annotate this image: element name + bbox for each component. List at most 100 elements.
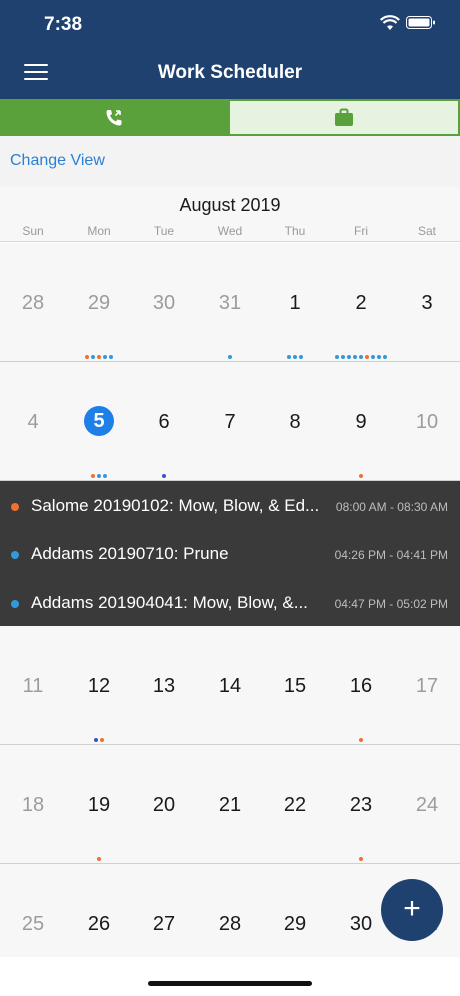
calendar-day[interactable]: 2 xyxy=(328,243,394,362)
calendar-day[interactable]: 19 xyxy=(66,745,132,864)
event-indicator-dot xyxy=(359,474,363,478)
event-indicator-dot xyxy=(100,738,104,742)
event-title: Salome 20190102: Mow, Blow, & Ed... xyxy=(31,496,320,515)
event-indicator-dot xyxy=(347,355,351,359)
calendar-day[interactable]: 14 xyxy=(197,626,263,745)
event-indicator-dots xyxy=(197,355,263,359)
calendar-day[interactable]: 28 xyxy=(0,243,66,362)
event-indicator-dots xyxy=(328,355,394,359)
day-number: 28 xyxy=(218,913,242,935)
change-view-link[interactable]: Change View xyxy=(10,152,105,170)
weekday-label: Tue xyxy=(153,224,175,238)
weekday-label: Sun xyxy=(22,224,44,238)
calendar-day[interactable]: 29 xyxy=(66,243,132,362)
calendar-day[interactable]: 30 xyxy=(131,243,197,362)
event-indicator-dot xyxy=(97,474,101,478)
event-indicator-dot xyxy=(162,474,166,478)
calendar-day[interactable]: 4 xyxy=(0,362,66,481)
calendar-day[interactable]: 20 xyxy=(131,745,197,864)
event-indicator-dots xyxy=(262,355,328,359)
calendar-day[interactable]: 10 xyxy=(394,362,460,481)
event-indicator-dot xyxy=(377,355,381,359)
calendar-day[interactable]: 15 xyxy=(262,626,328,745)
day-number: 1 xyxy=(289,292,301,314)
event-indicator-dot xyxy=(97,857,101,861)
event-indicator-dot xyxy=(365,355,369,359)
day-number: 4 xyxy=(27,411,39,433)
event-item[interactable]: Addams 20190710: Prune 04:26 PM - 04:41 … xyxy=(0,530,460,578)
calendar-day[interactable]: 21 xyxy=(197,745,263,864)
event-color-dot xyxy=(11,503,19,511)
day-number: 30 xyxy=(152,292,176,314)
day-number: 12 xyxy=(87,675,111,697)
calendar-day[interactable]: 31 xyxy=(197,243,263,362)
briefcase-icon xyxy=(335,108,353,126)
phone-icon xyxy=(106,109,122,125)
day-number: 14 xyxy=(218,675,242,697)
calendar-week-row: 4 55 6 7 8 9 10 xyxy=(0,362,460,481)
day-number: 6 xyxy=(158,411,170,433)
tab-bar xyxy=(0,99,460,136)
weekday-label: Fri xyxy=(354,224,368,238)
calendar-day[interactable]: 18 xyxy=(0,745,66,864)
event-indicator-dot xyxy=(371,355,375,359)
day-number: 22 xyxy=(283,794,307,816)
calendar-day[interactable]: 11 xyxy=(0,626,66,745)
weekday-label: Wed xyxy=(217,224,243,238)
event-time: 04:26 PM - 04:41 PM xyxy=(334,548,448,562)
event-indicator-dot xyxy=(228,355,232,359)
event-indicator-dot xyxy=(94,738,98,742)
day-number: 19 xyxy=(87,794,111,816)
event-indicator-dots xyxy=(66,474,132,478)
day-number: 16 xyxy=(349,675,373,697)
calendar-day[interactable]: 3 xyxy=(394,243,460,362)
month-title: August 2019 xyxy=(179,195,281,215)
event-time: 08:00 AM - 08:30 AM xyxy=(335,500,448,514)
day-number: 24 xyxy=(415,794,439,816)
day-number: 31 xyxy=(218,292,242,314)
calendar-day[interactable]: 13 xyxy=(131,626,197,745)
calendar-day[interactable]: 24 xyxy=(394,745,460,864)
day-number: 27 xyxy=(152,913,176,935)
calendar-header: August 2019 Sun Mon Tue Wed Thu Fri Sat xyxy=(0,187,460,242)
day-number: 3 xyxy=(421,292,433,314)
event-indicator-dot xyxy=(359,857,363,861)
event-indicator-dot xyxy=(359,355,363,359)
page-title: Work Scheduler xyxy=(157,62,303,83)
calendar-week-row: 11 12 13 14 15 16 17 xyxy=(0,626,460,745)
calendar-day[interactable]: 55 xyxy=(66,362,132,481)
calendar-day[interactable]: 12 xyxy=(66,626,132,745)
day-number: 25 xyxy=(21,913,45,935)
event-indicator-dots xyxy=(66,857,132,861)
event-indicator-dots xyxy=(66,738,132,742)
calendar-day[interactable]: 8 xyxy=(262,362,328,481)
event-indicator-dots xyxy=(328,738,394,742)
event-indicator-dot xyxy=(353,355,357,359)
tab-jobs[interactable] xyxy=(228,99,460,136)
add-job-button[interactable]: + xyxy=(381,879,443,941)
event-indicator-dots xyxy=(131,474,197,478)
calendar-day[interactable]: 23 xyxy=(328,745,394,864)
day-number: 7 xyxy=(224,411,236,433)
event-indicator-dot xyxy=(109,355,113,359)
home-indicator[interactable] xyxy=(148,981,312,986)
event-item[interactable]: Addams 201904041: Mow, Blow, &... 04:47 … xyxy=(0,579,460,627)
day-number: 26 xyxy=(87,913,111,935)
calendar-day[interactable]: 6 xyxy=(131,362,197,481)
day-number: 8 xyxy=(289,411,301,433)
calendar-day[interactable]: 22 xyxy=(262,745,328,864)
calendar-day[interactable]: 7 xyxy=(197,362,263,481)
calendar-day[interactable]: 9 xyxy=(328,362,394,481)
change-view-row: Change View xyxy=(0,136,460,187)
tab-phone[interactable] xyxy=(0,99,228,136)
calendar-day[interactable]: 16 xyxy=(328,626,394,745)
calendar-day[interactable]: 17 xyxy=(394,626,460,745)
event-item[interactable]: Salome 20190102: Mow, Blow, & Ed... 08:0… xyxy=(0,482,460,530)
status-time: 7:38 xyxy=(44,14,83,35)
day-number: 29 xyxy=(87,292,111,314)
event-indicator-dot xyxy=(383,355,387,359)
weekday-label: Mon xyxy=(87,224,111,238)
calendar-day[interactable]: 1 xyxy=(262,243,328,362)
selected-day-marker: 5 xyxy=(84,406,114,436)
event-indicator-dots xyxy=(66,355,132,359)
